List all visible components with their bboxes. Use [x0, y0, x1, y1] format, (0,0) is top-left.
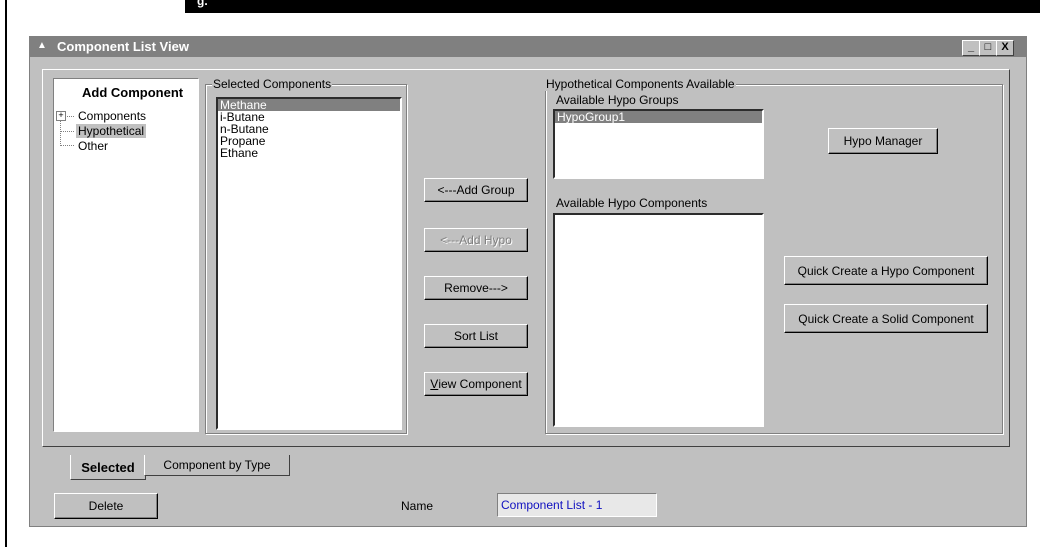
window-titlebar[interactable]: ▲ Component List View _ □ X	[30, 37, 1026, 57]
hypo-groups-list[interactable]: HypoGroup1	[553, 109, 764, 179]
page-header-bar: g.	[185, 0, 1040, 13]
tab-component-by-type[interactable]: Component by Type	[144, 455, 290, 476]
tree-item-components[interactable]: Components	[76, 109, 148, 123]
list-item[interactable]: Ethane	[218, 147, 400, 159]
view-component-label: iew Component	[438, 377, 522, 391]
delete-button[interactable]: Delete	[54, 493, 158, 519]
selected-components-list[interactable]: Methane i-Butane n-Butane Propane Ethane	[216, 97, 402, 430]
hypo-components-label: Available Hypo Components	[556, 196, 708, 210]
add-component-tree: Add Component + Components Hypothetical …	[53, 78, 199, 432]
tab-selected[interactable]: Selected	[70, 455, 146, 480]
quick-create-solid-button[interactable]: Quick Create a Solid Component	[784, 304, 988, 333]
sort-list-button[interactable]: Sort List	[424, 324, 528, 348]
name-label: Name	[401, 499, 434, 513]
hypo-components-list[interactable]	[553, 213, 764, 427]
close-button[interactable]: X	[996, 40, 1014, 56]
list-item[interactable]: HypoGroup1	[555, 111, 762, 123]
hypo-components-group: Hypothetical Components Available Availa…	[545, 77, 1003, 434]
view-component-button[interactable]: View Component	[424, 372, 528, 396]
tree-item-hypothetical[interactable]: Hypothetical	[76, 124, 147, 138]
component-list-window: ▲ Component List View _ □ X Add Componen…	[29, 36, 1027, 527]
selected-components-group: Selected Components Methane i-Butane n-B…	[205, 77, 407, 434]
add-component-heading: Add Component	[82, 85, 184, 100]
page-frame-left-border	[5, 0, 7, 547]
page-header-text: g.	[197, 0, 208, 8]
tree-item-other[interactable]: Other	[76, 139, 110, 153]
add-group-button[interactable]: <---Add Group	[424, 178, 528, 202]
window-menu-icon[interactable]: ▲	[37, 40, 47, 51]
selected-components-legend: Selected Components	[212, 77, 333, 91]
tab-panel: Add Component + Components Hypothetical …	[42, 69, 1010, 447]
hypo-manager-button[interactable]: Hypo Manager	[828, 128, 938, 154]
hypo-groups-label: Available Hypo Groups	[556, 93, 679, 107]
minimize-button[interactable]: _	[962, 40, 980, 56]
remove-button[interactable]: Remove--->	[424, 276, 528, 300]
quick-create-hypo-button[interactable]: Quick Create a Hypo Component	[784, 256, 988, 285]
name-field[interactable]: Component List - 1	[497, 493, 657, 517]
expand-plus-icon[interactable]: +	[56, 111, 66, 121]
window-title: Component List View	[57, 39, 189, 54]
maximize-button[interactable]: □	[979, 40, 997, 56]
add-hypo-button[interactable]: <---Add Hypo	[424, 228, 528, 252]
view-component-mnemonic: V	[430, 377, 439, 391]
hypo-components-legend: Hypothetical Components Available	[545, 77, 736, 91]
